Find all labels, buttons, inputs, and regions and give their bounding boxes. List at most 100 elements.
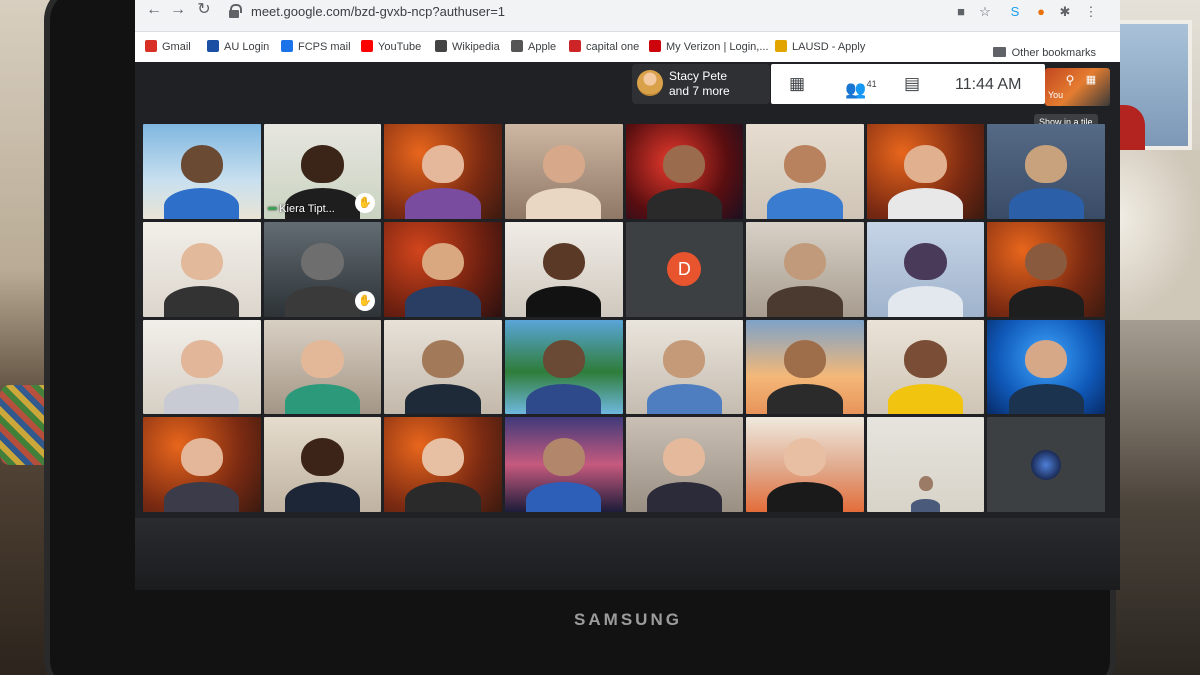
participant-tile[interactable] — [625, 319, 744, 415]
mail-icon — [281, 40, 293, 52]
participant-body — [1008, 286, 1084, 317]
chat-icon[interactable]: ▤ — [901, 74, 923, 94]
participants-button[interactable]: 👥41 — [841, 74, 881, 99]
participant-video — [542, 438, 585, 476]
capital-one-icon — [569, 40, 581, 52]
participant-tile[interactable] — [746, 124, 864, 219]
url-text[interactable]: meet.google.com/bzd-gvxb-ncp?authuser=1 — [251, 4, 505, 19]
extension-fox-icon[interactable]: ● — [1033, 4, 1049, 20]
meeting-clock: 11:44 AM — [955, 76, 1022, 93]
meet-controls: ▦ 👥41 ▤ 11:44 AM — [771, 64, 1045, 104]
participant-tile[interactable] — [143, 124, 261, 219]
participant-tile[interactable]: ••• Kiera Tipt... ✋ — [263, 124, 382, 219]
participant-video — [663, 144, 706, 183]
participant-tile[interactable] — [504, 417, 623, 512]
camera-icon[interactable]: ■ — [953, 4, 969, 20]
participant-tile[interactable]: D — [625, 221, 744, 317]
skype-icon[interactable]: S — [1007, 4, 1023, 20]
participant-grid: ••• Kiera Tipt... ✋ ✋ D — [143, 124, 1105, 512]
participant-tile[interactable] — [263, 417, 382, 512]
pin-icon[interactable]: ⚲ — [1063, 73, 1077, 87]
participant-body — [646, 481, 722, 512]
participant-video — [542, 242, 585, 281]
presenter-chip[interactable]: Stacy Pete and 7 more — [632, 64, 770, 104]
participant-tile[interactable] — [866, 319, 985, 415]
forward-arrow-icon[interactable]: → — [169, 1, 187, 19]
participant-video — [663, 438, 706, 476]
participant-video — [1025, 144, 1068, 183]
participant-tile[interactable] — [504, 124, 623, 219]
gmail-icon — [145, 40, 157, 52]
bookmark-capital-one[interactable]: capital one — [569, 40, 639, 56]
bookmark-fcps-mail[interactable]: FCPS mail — [281, 40, 351, 56]
menu-kebab-icon[interactable]: ⋮ — [1083, 4, 1099, 20]
participant-video — [542, 340, 585, 379]
lausd-icon — [775, 40, 787, 52]
bookmark-wikipedia[interactable]: Wikipedia — [435, 40, 500, 56]
participant-name-text: Kiera Tipt... — [279, 202, 335, 215]
participant-tile[interactable] — [384, 417, 502, 512]
participant-tile[interactable] — [746, 417, 864, 512]
participant-tile[interactable] — [625, 124, 744, 219]
participant-tile[interactable] — [866, 417, 985, 512]
show-in-tile-icon[interactable]: ▦ — [1085, 74, 1097, 86]
back-arrow-icon[interactable]: ← — [145, 1, 163, 19]
bookmark-gmail[interactable]: Gmail — [145, 40, 191, 56]
star-icon[interactable]: ☆ — [977, 4, 993, 20]
bookmark-label: capital one — [586, 41, 640, 53]
participant-body — [405, 383, 481, 415]
bookmark-label: AU Login — [224, 41, 270, 53]
participant-video — [904, 144, 947, 183]
bookmark-youtube[interactable]: YouTube — [361, 40, 421, 56]
participant-tile[interactable]: ✋ — [263, 221, 382, 317]
participant-tile[interactable] — [746, 319, 864, 415]
other-bookmarks[interactable]: Other bookmarks — [992, 47, 1096, 59]
participant-tile[interactable] — [866, 221, 985, 317]
bookmark-au-login[interactable]: AU Login — [207, 40, 269, 56]
participant-tile[interactable] — [866, 124, 985, 219]
participant-tile[interactable] — [987, 417, 1105, 512]
bookmarks-bar: Gmail AU Login FCPS mail YouTube Wikiped… — [135, 32, 1120, 62]
self-view-tile[interactable]: ⚲ ▦ You — [1045, 68, 1110, 106]
people-icon: 👥 — [845, 80, 867, 99]
participant-body — [164, 286, 240, 317]
laptop-screen: ← → ↻ meet.google.com/bzd-gvxb-ncp?authu… — [135, 0, 1120, 590]
participant-tile[interactable] — [625, 417, 744, 512]
layout-grid-icon[interactable]: ▦ — [787, 74, 807, 94]
participant-tile[interactable] — [987, 319, 1105, 415]
participant-body — [887, 286, 964, 317]
participant-tile[interactable] — [384, 124, 502, 219]
participant-video — [904, 242, 947, 281]
bookmark-label: FCPS mail — [298, 41, 351, 53]
bookmark-apple[interactable]: Apple — [511, 40, 556, 56]
apple-icon — [511, 40, 523, 52]
participant-tile[interactable] — [504, 221, 623, 317]
participant-video — [301, 340, 344, 379]
address-bar[interactable]: meet.google.com/bzd-gvxb-ncp?authuser=1 — [221, 0, 1001, 24]
participant-tile[interactable] — [987, 221, 1105, 317]
participant-tile[interactable] — [143, 221, 261, 317]
lock-icon — [229, 4, 242, 18]
raised-hand-icon: ✋ — [355, 290, 376, 311]
participant-video — [421, 340, 465, 379]
bookmark-verizon[interactable]: My Verizon | Login,... — [649, 40, 769, 56]
bookmark-lausd[interactable]: LAUSD - Apply — [775, 40, 865, 56]
avatar: D — [667, 252, 702, 287]
participant-video — [918, 475, 933, 492]
participant-tile[interactable] — [987, 124, 1105, 219]
participant-body — [526, 383, 602, 415]
participant-body — [284, 383, 361, 415]
participant-tile[interactable] — [263, 319, 382, 415]
participant-tile[interactable] — [384, 319, 502, 415]
speaking-indicator-icon: ••• — [267, 202, 278, 215]
screen-lower-area — [135, 518, 1120, 590]
reload-icon[interactable]: ↻ — [195, 1, 213, 19]
participant-tile[interactable] — [143, 417, 261, 512]
participant-body — [767, 481, 843, 512]
participant-body — [1008, 188, 1084, 219]
extensions-puzzle-icon[interactable]: ✱ — [1057, 4, 1073, 20]
participant-tile[interactable] — [504, 319, 623, 415]
participant-tile[interactable] — [143, 319, 261, 415]
participant-tile[interactable] — [746, 221, 864, 317]
participant-tile[interactable] — [384, 221, 502, 317]
